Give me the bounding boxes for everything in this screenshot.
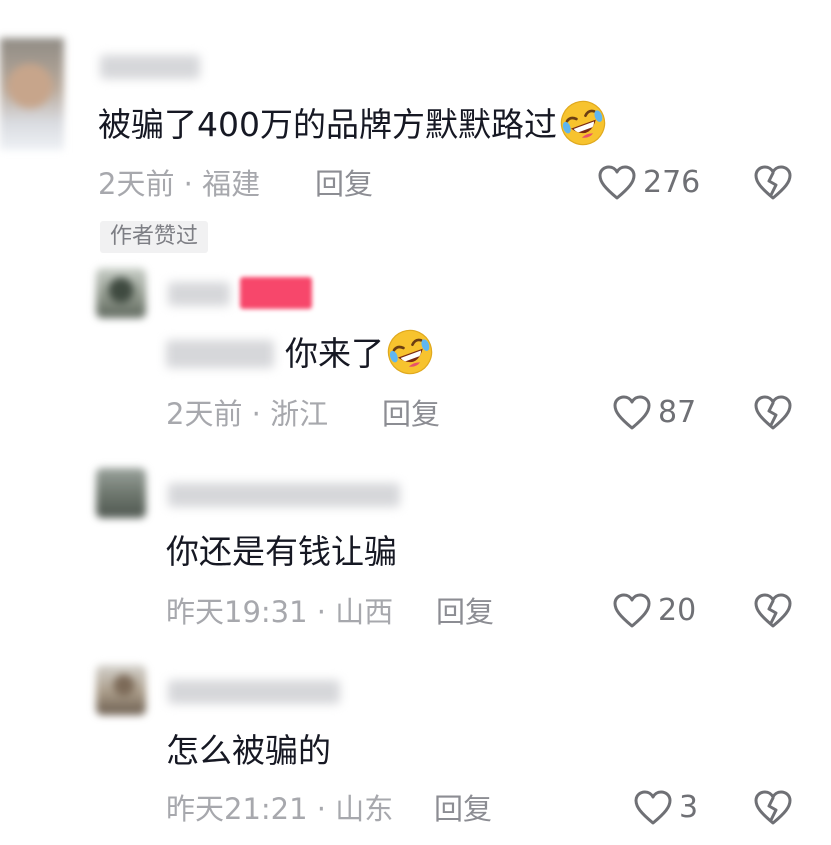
comment-text-content: 你来了 <box>285 334 384 373</box>
like-count: 3 <box>679 790 699 825</box>
avatar[interactable] <box>96 665 146 715</box>
reply-button[interactable]: 回复 <box>382 396 440 432</box>
like-count: 87 <box>658 395 697 430</box>
like-button[interactable]: 20 <box>612 593 696 629</box>
avatar[interactable] <box>0 38 64 150</box>
like-count: 20 <box>658 593 697 628</box>
avatar[interactable] <box>96 268 146 318</box>
username-blurred[interactable] <box>100 55 200 79</box>
comment-meta: 昨天19:31 · 山西 <box>166 595 394 629</box>
broken-heart-icon[interactable] <box>753 593 793 629</box>
comment-meta: 昨天21:21 · 山东 <box>166 792 394 826</box>
reply-button[interactable]: 回复 <box>436 594 494 630</box>
like-button[interactable]: 87 <box>612 395 696 431</box>
user-tag <box>240 277 312 309</box>
username-blurred[interactable] <box>168 282 230 306</box>
broken-heart-icon[interactable] <box>753 395 793 431</box>
broken-heart-icon[interactable] <box>753 165 793 201</box>
username-blurred[interactable] <box>168 680 340 704</box>
comment-text: 怎么被骗的 <box>166 731 331 770</box>
like-count: 276 <box>643 165 701 200</box>
username-blurred[interactable] <box>168 483 400 507</box>
reply-button[interactable]: 回复 <box>434 791 492 827</box>
comment-text: 你还是有钱让骗 <box>166 532 397 571</box>
comment-meta: 2天前 · 浙江 <box>166 397 329 431</box>
rofl-emoji-icon <box>386 328 434 376</box>
heart-outline-icon <box>597 165 637 201</box>
rofl-emoji-icon <box>559 99 607 147</box>
avatar[interactable] <box>96 468 146 518</box>
author-liked-badge: 作者赞过 <box>100 221 209 253</box>
like-button[interactable]: 3 <box>633 790 698 826</box>
comment-text: 你来了 <box>285 334 434 376</box>
reply-button[interactable]: 回复 <box>315 166 373 202</box>
comment-text-content: 被骗了400万的品牌方默默路过 <box>98 105 557 144</box>
broken-heart-icon[interactable] <box>753 790 793 826</box>
heart-outline-icon <box>612 593 652 629</box>
comment-text: 被骗了400万的品牌方默默路过 <box>98 105 607 147</box>
heart-outline-icon <box>612 395 652 431</box>
like-button[interactable]: 276 <box>597 165 700 201</box>
comment-meta: 2天前 · 福建 <box>98 167 261 201</box>
heart-outline-icon <box>633 790 673 826</box>
mention-blurred[interactable] <box>166 340 274 368</box>
